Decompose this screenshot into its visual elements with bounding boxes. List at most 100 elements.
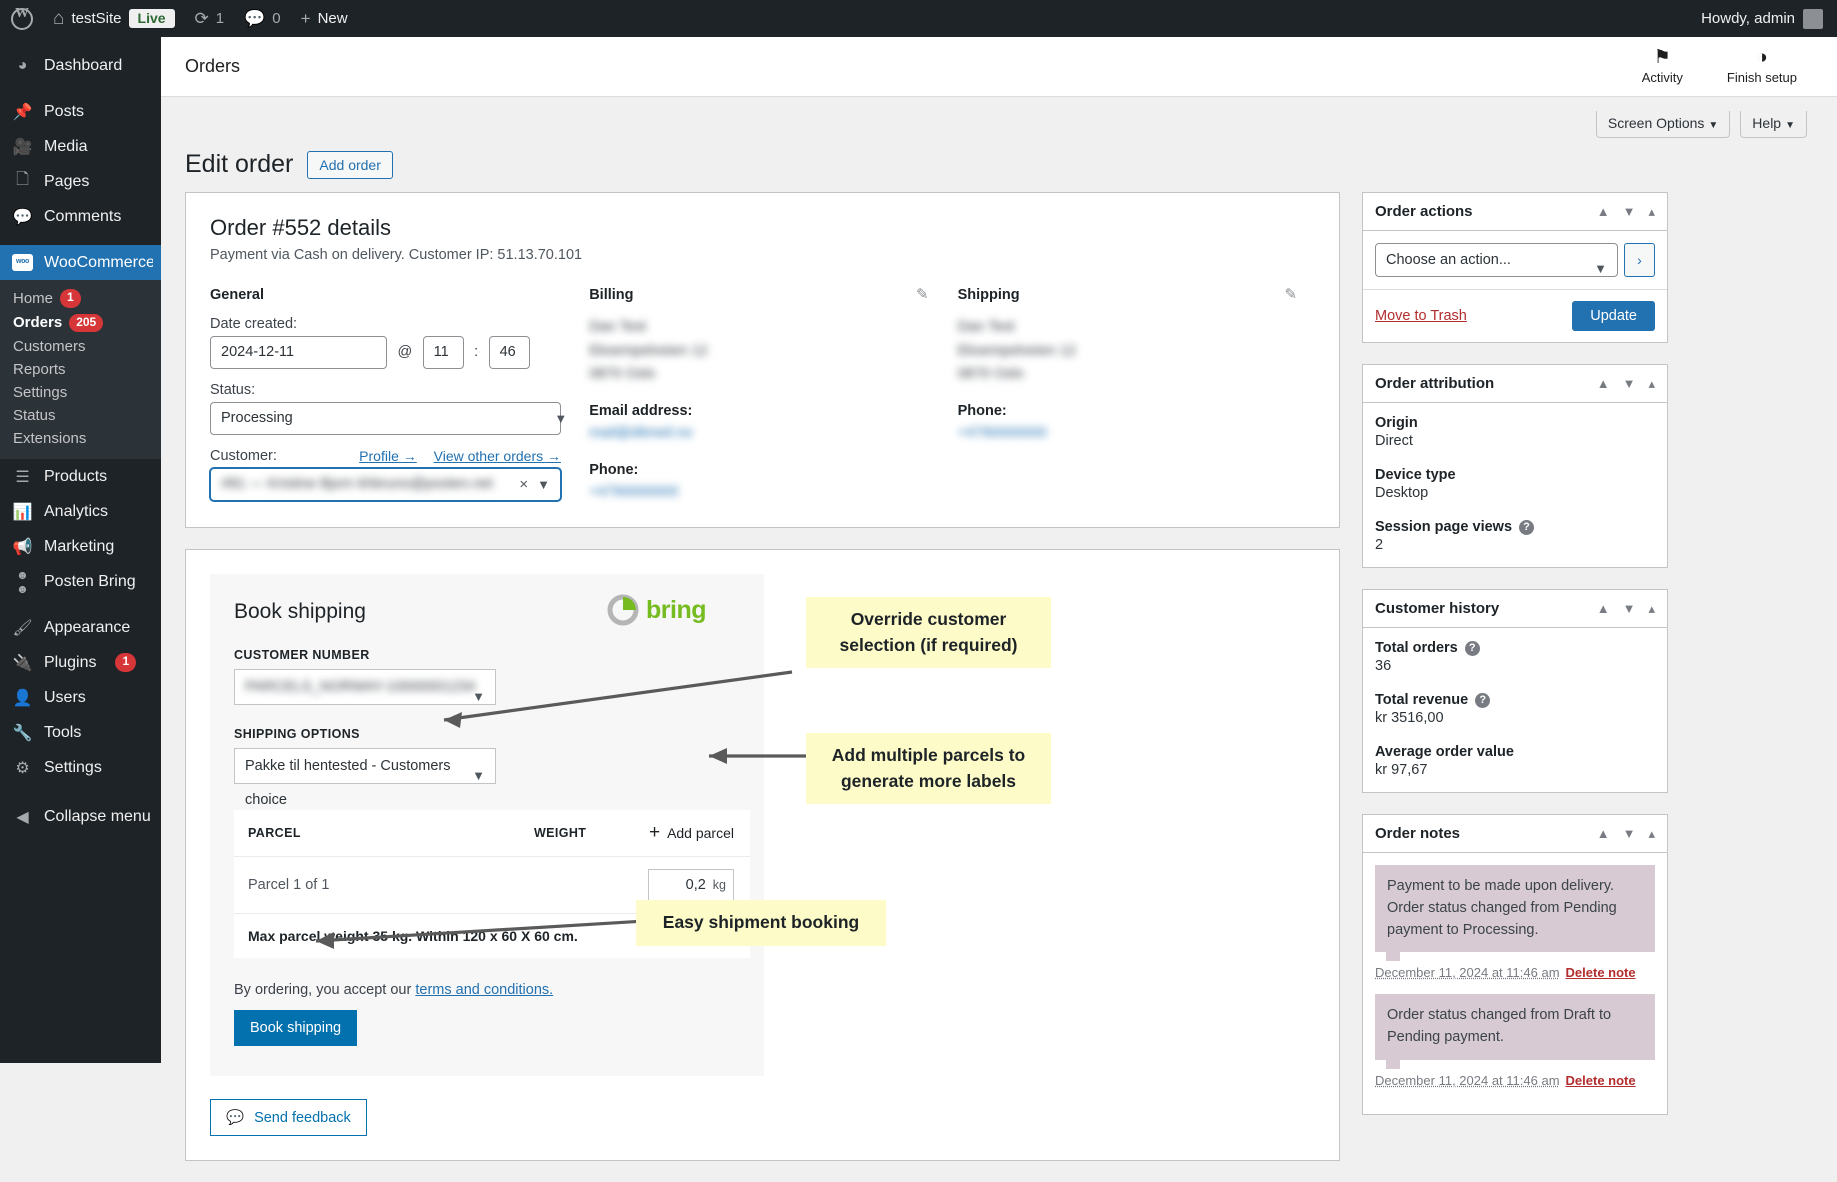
- sidebar-item-marketing[interactable]: 📢 Marketing: [0, 529, 161, 564]
- add-parcel-button[interactable]: + Add parcel: [649, 822, 734, 844]
- toggle-panel-icon[interactable]: ▴: [1648, 376, 1655, 392]
- apply-action-button[interactable]: ›: [1624, 243, 1655, 277]
- submenu-item-home[interactable]: Home 1: [0, 286, 161, 311]
- menu-spacer: [0, 234, 161, 245]
- toggle-panel-icon[interactable]: ▴: [1648, 204, 1655, 220]
- sidebar-item-collapse-menu[interactable]: ◀ Collapse menu: [0, 799, 161, 834]
- billing-email-value[interactable]: mail@ditmeil.no: [589, 422, 946, 446]
- help-icon[interactable]: ?: [1519, 519, 1535, 535]
- help-tab[interactable]: Help ▼: [1740, 110, 1807, 138]
- send-feedback-button[interactable]: 💬 Send feedback: [210, 1099, 367, 1137]
- howdy-label[interactable]: Howdy, admin: [1701, 10, 1803, 27]
- move-to-trash-link[interactable]: Move to Trash: [1375, 308, 1467, 324]
- move-down-icon[interactable]: ▼: [1623, 826, 1636, 842]
- screen-meta-links: Screen Options ▼ Help ▼: [161, 97, 1837, 142]
- finish-setup-button[interactable]: ◑ Finish setup: [1727, 48, 1797, 86]
- view-other-orders-link[interactable]: View other orders →: [434, 448, 561, 464]
- shipping-phone-value[interactable]: +4790000000: [958, 422, 1315, 446]
- page-title: Edit order: [185, 150, 294, 178]
- sidebar-item-dashboard[interactable]: ◕ Dashboard: [0, 48, 161, 83]
- delete-note-link[interactable]: Delete note: [1566, 1073, 1636, 1088]
- move-up-icon[interactable]: ▲: [1597, 601, 1610, 617]
- submenu-item-reports[interactable]: Reports: [0, 358, 161, 381]
- edit-billing-pencil-icon[interactable]: ✎: [916, 285, 929, 303]
- callout-line: Override customer: [850, 609, 1007, 630]
- customer-profile-link[interactable]: Profile →: [359, 448, 417, 464]
- terms-prefix: By ordering, you accept our: [234, 982, 416, 999]
- update-button[interactable]: Update: [1572, 301, 1655, 331]
- billing-phone-value[interactable]: +4790000000: [589, 481, 946, 505]
- activity-button[interactable]: ⚑ Activity: [1641, 48, 1683, 86]
- terms-and-conditions-link[interactable]: terms and conditions.: [415, 982, 553, 998]
- sidebar-item-users[interactable]: 👤 Users: [0, 680, 161, 715]
- primary-column: Order #552 details Payment via Cash on d…: [185, 192, 1340, 1182]
- menu-spacer: [0, 599, 161, 610]
- users-icon: 👤: [12, 689, 33, 707]
- delete-note-link[interactable]: Delete note: [1566, 965, 1636, 980]
- date-created-input[interactable]: 2024-12-11: [210, 335, 387, 369]
- site-name-menu[interactable]: ⌂ testSite Live: [43, 0, 185, 37]
- toggle-panel-icon[interactable]: ▴: [1648, 601, 1655, 617]
- sidebar-item-settings[interactable]: ⚙ Settings: [0, 750, 161, 785]
- submenu-item-settings[interactable]: Settings: [0, 381, 161, 404]
- comments-menu[interactable]: 💬 0: [234, 0, 291, 37]
- shipping-options-value: Pakke til hentested - Customers choice: [245, 758, 451, 809]
- submenu-item-status[interactable]: Status: [0, 404, 161, 427]
- bring-logo: bring: [607, 594, 707, 626]
- sidebar-item-comments[interactable]: 💬 Comments: [0, 199, 161, 234]
- toggle-panel-icon[interactable]: ▴: [1648, 826, 1655, 842]
- updates-menu[interactable]: ⟳ 1: [185, 0, 235, 37]
- billing-address-line: Eksempelveien 12: [589, 342, 708, 359]
- admin-bar-right: Howdy, admin: [1701, 8, 1837, 29]
- sidebar-item-woocommerce[interactable]: WooCommerce: [0, 245, 161, 280]
- chevron-down-icon: ▼: [537, 476, 550, 492]
- sidebar-item-label: Analytics: [44, 502, 109, 520]
- parcel-weight-input[interactable]: 0,2 kg: [648, 869, 734, 902]
- billing-address-line: Dan Test: [589, 318, 647, 335]
- avatar[interactable]: [1803, 8, 1823, 29]
- move-up-icon[interactable]: ▲: [1597, 376, 1610, 392]
- field-key: Origin: [1375, 415, 1418, 431]
- shipping-options-select[interactable]: Pakke til hentested - Customers choice ▼: [234, 748, 496, 808]
- new-content-menu[interactable]: + New: [291, 0, 358, 37]
- submenu-item-orders[interactable]: Orders 205: [0, 311, 161, 336]
- move-up-icon[interactable]: ▲: [1597, 204, 1610, 220]
- order-status-select[interactable]: Processing: [210, 401, 561, 435]
- add-order-button[interactable]: Add order: [307, 150, 393, 179]
- settings-icon: ⚙: [15, 759, 30, 777]
- help-icon[interactable]: ?: [1475, 692, 1491, 708]
- field-key: Session page views: [1375, 519, 1513, 535]
- sidebar-item-appearance[interactable]: 🖌 Appearance: [0, 610, 161, 645]
- order-action-select[interactable]: Choose an action... ▼: [1375, 243, 1618, 277]
- sidebar-item-analytics[interactable]: 📊 Analytics: [0, 494, 161, 529]
- customer-number-label: CUSTOMER NUMBER: [234, 648, 370, 663]
- clear-customer-icon[interactable]: ×: [519, 469, 528, 500]
- edit-shipping-pencil-icon[interactable]: ✎: [1284, 285, 1297, 303]
- sidebar-item-pages[interactable]: 🗋 Pages: [0, 164, 161, 199]
- book-shipping-button[interactable]: Book shipping: [234, 1010, 358, 1047]
- columns-layout: Order #552 details Payment via Cash on d…: [161, 192, 1837, 1182]
- wp-logo-menu[interactable]: [0, 0, 43, 37]
- help-label: Help: [1752, 114, 1782, 131]
- sidebar-item-posts[interactable]: 📌 Posts: [0, 94, 161, 129]
- move-down-icon[interactable]: ▼: [1623, 601, 1636, 617]
- submenu-item-customers[interactable]: Customers: [0, 335, 161, 358]
- move-down-icon[interactable]: ▼: [1623, 204, 1636, 220]
- sidebar-item-posten-bring[interactable]: ☻☻ Posten Bring: [0, 564, 161, 599]
- sidebar-item-media[interactable]: 🎥 Media: [0, 129, 161, 164]
- help-icon[interactable]: ?: [1464, 640, 1480, 656]
- hour-input[interactable]: 11: [422, 335, 464, 369]
- sidebar-item-products[interactable]: ☰ Products: [0, 459, 161, 494]
- screen-options-tab[interactable]: Screen Options ▼: [1595, 110, 1731, 138]
- submenu-item-extensions[interactable]: Extensions: [0, 427, 161, 450]
- customer-select[interactable]: #81 — Kristine Bjorn khbruno@posten.net …: [210, 467, 561, 501]
- customer-history-title: Customer history: [1375, 600, 1500, 617]
- sidebar-item-tools[interactable]: 🔧 Tools: [0, 715, 161, 750]
- sidebar-item-label: WooCommerce: [44, 253, 155, 271]
- sidebar-item-plugins[interactable]: 🔌 Plugins 1: [0, 645, 161, 680]
- brush-icon: 🖌: [12, 619, 33, 637]
- move-down-icon[interactable]: ▼: [1623, 376, 1636, 392]
- minute-input[interactable]: 46: [488, 335, 530, 369]
- activity-label: Activity: [1641, 70, 1683, 85]
- move-up-icon[interactable]: ▲: [1597, 826, 1610, 842]
